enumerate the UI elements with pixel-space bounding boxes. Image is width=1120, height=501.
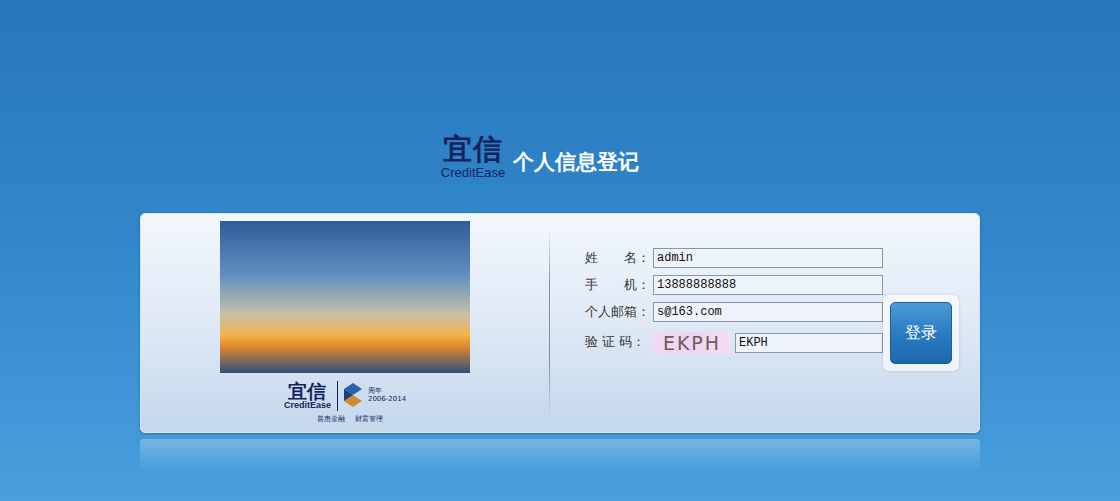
- slogans: 普惠金融财富管理: [317, 414, 383, 424]
- form-fields: 姓 名： 手 机： 个人邮箱： 验 证 码：EKPH: [585, 248, 883, 354]
- page-title: 个人信息登记: [513, 148, 639, 176]
- captcha-image[interactable]: EKPH: [653, 332, 731, 354]
- brand-cn: 宜信: [288, 382, 326, 401]
- logo: 宜信 CreditEase: [441, 135, 505, 179]
- promo-photo: [220, 221, 470, 373]
- brand-logo: 宜信CreditEase 周年2006-2014 普惠金融财富管理: [284, 381, 406, 424]
- logo-text: 宜信: [443, 135, 503, 164]
- field-label: 姓 名：: [585, 249, 653, 267]
- field-label: 手 机：: [585, 276, 653, 294]
- brand-en: CreditEase: [284, 401, 331, 410]
- form-row: 姓 名：: [585, 248, 883, 268]
- brand-row: 宜信CreditEase 周年2006-2014: [284, 381, 406, 411]
- page: 宜信CreditEase个人信息登记宜信CreditEase周年2006-201…: [0, 0, 1120, 501]
- login-panel: 宜信CreditEase 周年2006-2014 普惠金融财富管理 姓 名： 手 机： 个…: [140, 213, 980, 433]
- form-column: 姓 名： 手 机： 个人邮箱： 验 证 码：EKPH 登录: [550, 214, 979, 432]
- text-input[interactable]: [653, 275, 883, 295]
- field-label: 验 证 码：: [585, 333, 653, 351]
- captcha-row: 验 证 码：EKPH: [585, 329, 883, 354]
- promo-column: 宜信CreditEase 周年2006-2014 普惠金融财富管理: [141, 214, 549, 432]
- form-row: 手 机：: [585, 275, 883, 295]
- panel-reflection: [140, 439, 980, 471]
- form-row: 个人邮箱：: [585, 302, 883, 322]
- captcha-input[interactable]: [735, 333, 883, 353]
- brand-separator: [337, 381, 338, 411]
- login-button[interactable]: 登录: [890, 302, 952, 364]
- slogan: 财富管理: [355, 414, 383, 424]
- captcha-group: EKPH: [653, 332, 883, 354]
- anniversary: 周年2006-2014: [368, 388, 406, 403]
- anniversary-icon: [344, 383, 362, 409]
- button-frame: 登录: [883, 295, 959, 371]
- header: 宜信 CreditEase 个人信息登记: [441, 132, 639, 182]
- slogan: 普惠金融: [317, 414, 345, 424]
- text-input[interactable]: [653, 302, 883, 322]
- text-input[interactable]: [653, 248, 883, 268]
- brand-name: 宜信CreditEase: [284, 382, 331, 410]
- field-label: 个人邮箱：: [585, 303, 653, 321]
- logo-english: CreditEase: [441, 166, 505, 179]
- divider: [549, 228, 550, 418]
